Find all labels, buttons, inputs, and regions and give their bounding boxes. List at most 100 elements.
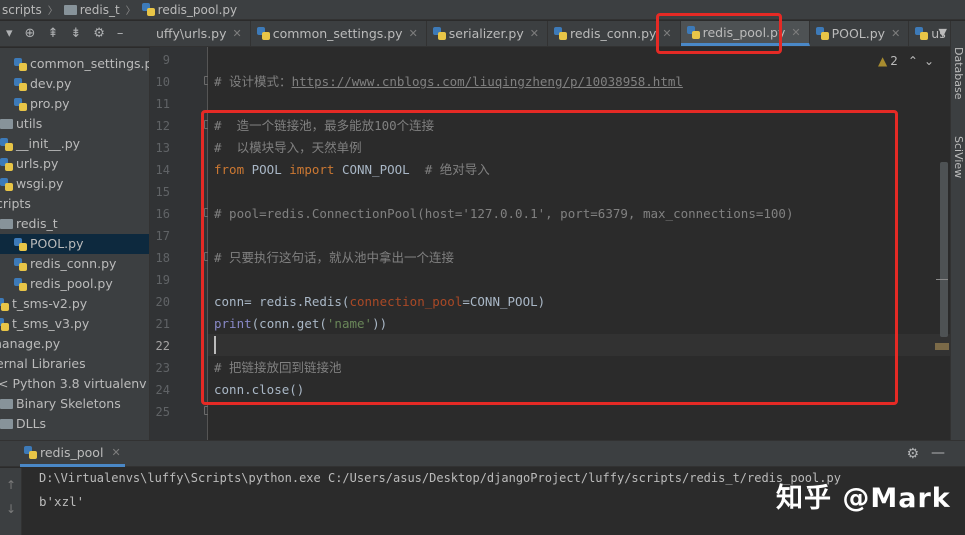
close-icon[interactable]: ✕ <box>111 446 120 459</box>
python-file-icon <box>14 97 27 111</box>
code-line-10: # 设计模式：https://www.cnblogs.com/liuqingzh… <box>214 74 683 89</box>
tab-redis-conn[interactable]: redis_conn.py ✕ <box>548 21 681 46</box>
warning-icon: ▲ <box>878 54 888 68</box>
line-number: 16 <box>155 207 170 221</box>
python-file-icon <box>141 3 155 16</box>
tree-item[interactable]: DLLs <box>0 414 46 434</box>
run-side-toolbar: ↑ ↓ <box>0 468 22 535</box>
project-tree: common_settings.py dev.py pro.py utils _… <box>0 48 150 440</box>
chevron-down-icon[interactable]: ▾ <box>6 26 13 41</box>
scrollbar-caret-marker <box>935 343 949 350</box>
console-command: D:\Virtualenvs\luffy\Scripts\python.exe … <box>39 471 841 485</box>
arrow-down-icon[interactable]: ↓ <box>6 502 16 516</box>
tree-item[interactable]: redis_t <box>0 214 58 234</box>
line-number: 11 <box>155 97 170 111</box>
tab-urls[interactable]: uffy\urls.py ✕ <box>150 21 251 46</box>
line-number: 14 <box>155 163 170 177</box>
code-editor[interactable]: ▲ 2 ⌃ ⌄ # 设计模式：https://www.cnblogs.com/liuq… <box>208 47 950 440</box>
minimize-icon[interactable]: — <box>931 445 945 461</box>
line-number: 18 <box>155 251 170 265</box>
tree-item[interactable]: nanage.py <box>0 334 60 354</box>
tab-redis-pool[interactable]: redis_pool.py ✕ <box>680 21 810 46</box>
tree-item[interactable]: utils <box>0 114 42 134</box>
python-file-icon <box>915 27 929 40</box>
breadcrumb-item-redis-pool[interactable]: redis_pool.py <box>158 3 237 17</box>
editor-tab-bar: uffy\urls.py ✕ common_settings.py ✕ serial… <box>150 21 950 47</box>
tree-item-selected[interactable]: POOL.py <box>0 234 149 254</box>
comment-link[interactable]: https://www.cnblogs.com/liuqingzheng/p/1… <box>292 74 683 89</box>
right-tool-strip: Database SciView <box>950 21 965 440</box>
chevron-down-icon[interactable]: ▼ <box>939 26 947 39</box>
folder-icon <box>0 219 13 229</box>
line-number: 17 <box>155 229 170 243</box>
python-file-icon <box>686 25 700 39</box>
text-caret <box>214 336 216 354</box>
expand-icon[interactable]: ⇟ <box>70 26 81 41</box>
tree-item[interactable]: pro.py <box>14 94 70 114</box>
python-file-icon <box>0 177 13 191</box>
tree-item[interactable]: t_sms_v3.py <box>0 314 89 334</box>
arrow-up-icon[interactable]: ↑ <box>6 478 16 492</box>
target-icon[interactable]: ⊕ <box>25 26 36 41</box>
tree-item[interactable]: common_settings.py <box>14 54 149 74</box>
tree-item[interactable]: t_sms-v2.py <box>0 294 87 314</box>
breadcrumb-item-scripts[interactable]: scripts <box>2 3 42 17</box>
tree-item[interactable]: wsgi.py <box>0 174 63 194</box>
python-file-icon <box>554 27 567 40</box>
python-file-icon <box>0 317 9 331</box>
folder-icon <box>0 419 13 429</box>
close-icon[interactable]: ✕ <box>409 27 418 40</box>
tree-item[interactable]: redis_conn.py <box>14 254 116 274</box>
code-line-16: # pool=redis.ConnectionPool(host='127.0.… <box>214 206 794 221</box>
folder-icon <box>0 399 13 409</box>
line-number: 25 <box>155 405 170 419</box>
project-toolbar: ▾ ⊕ ⇞ ⇟ ⚙ – <box>0 21 150 47</box>
breadcrumb-item-redis-t[interactable]: redis_t <box>80 3 120 17</box>
close-icon[interactable]: ✕ <box>662 27 671 40</box>
sciview-tool-tab[interactable]: SciView <box>952 136 965 178</box>
code-line-23: # 把链接放回到链接池 <box>214 360 342 375</box>
tree-item[interactable]: urls.py <box>0 154 58 174</box>
tab-pool[interactable]: POOL.py ✕ <box>810 21 910 46</box>
code-line-12: # 造一个链接池，最多能放100个连接 <box>214 118 435 133</box>
tab-serializer[interactable]: serializer.py ✕ <box>427 21 548 46</box>
line-number: 24 <box>155 383 170 397</box>
close-icon[interactable]: ✕ <box>233 27 242 40</box>
line-number-current: 22 <box>155 339 170 353</box>
chevron-right-icon: 〉 <box>47 6 58 17</box>
python-file-icon <box>14 57 27 71</box>
settings-icon[interactable]: ⚙ <box>93 26 105 41</box>
line-number: 9 <box>162 53 170 67</box>
tree-item[interactable]: redis_pool.py <box>14 274 113 294</box>
tree-item[interactable]: ernal Libraries <box>0 354 86 374</box>
minus-icon[interactable]: – <box>117 26 124 41</box>
close-icon[interactable]: ✕ <box>530 27 539 40</box>
database-tool-tab[interactable]: Database <box>952 47 965 100</box>
gear-icon[interactable]: ⚙ <box>906 446 919 462</box>
code-line-24: conn.close() <box>214 382 305 397</box>
chevron-up-icon[interactable]: ⌃ <box>908 54 918 68</box>
tab-common-settings[interactable]: common_settings.py ✕ <box>251 21 427 46</box>
tree-item[interactable]: Binary Skeletons <box>0 394 121 414</box>
chevron-down-icon[interactable]: ⌄ <box>924 54 934 68</box>
close-icon[interactable]: ✕ <box>791 26 800 39</box>
line-number: 15 <box>155 185 170 199</box>
tree-item[interactable]: dev.py <box>14 74 71 94</box>
python-file-icon <box>0 137 13 151</box>
inspection-widget[interactable]: ▲ 2 ⌃ ⌄ <box>878 54 934 68</box>
python-file-icon <box>14 257 27 271</box>
line-number: 13 <box>155 141 170 155</box>
line-number: 20 <box>155 295 170 309</box>
chevron-right-icon: 〉 <box>125 6 136 17</box>
tree-item[interactable]: cripts <box>0 194 31 214</box>
python-file-icon <box>0 157 13 171</box>
run-tab[interactable]: redis_pool ✕ <box>20 440 125 467</box>
tree-item[interactable]: __init__.py <box>0 134 80 154</box>
tree-item[interactable]: < Python 3.8 virtualenv at D <box>0 374 149 394</box>
close-icon[interactable]: ✕ <box>891 27 900 40</box>
code-line-20: conn= redis.Redis(connection_pool=CONN_P… <box>214 294 546 309</box>
breadcrumb: scripts 〉 redis_t 〉 redis_pool.py <box>0 0 965 20</box>
editor-scrollbar[interactable] <box>940 162 948 337</box>
collapse-icon[interactable]: ⇞ <box>47 26 58 41</box>
python-file-icon <box>14 77 27 91</box>
